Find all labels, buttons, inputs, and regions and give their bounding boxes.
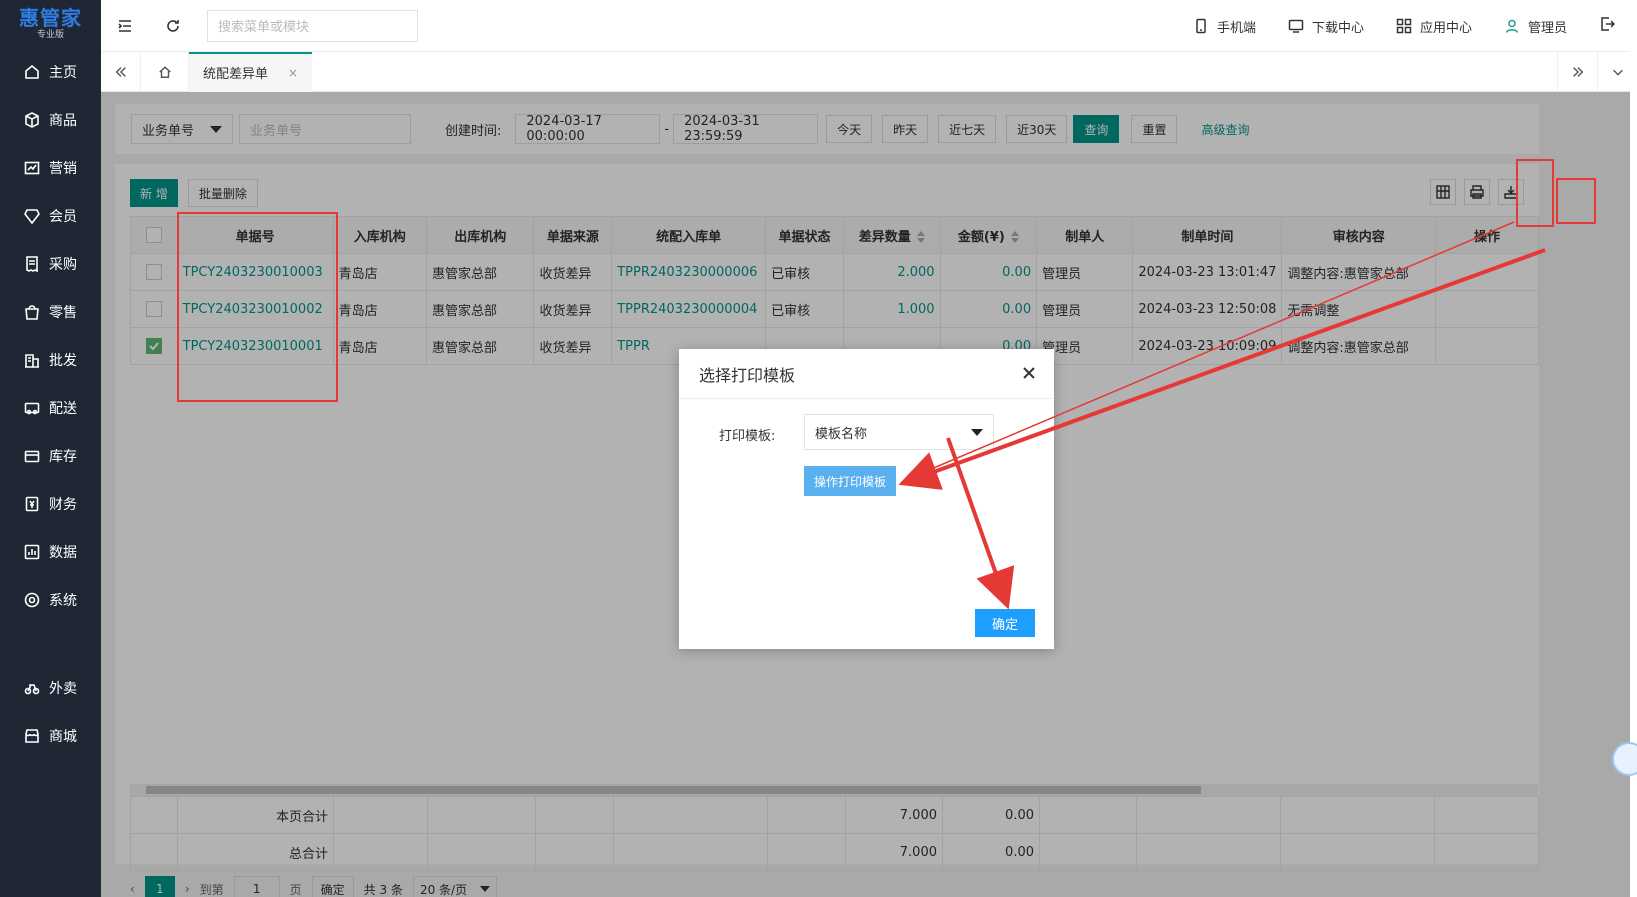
sidebar-item-retail[interactable]: 零售 [0,288,101,336]
sidebar-item-wholesale[interactable]: 批发 [0,336,101,384]
dialog-header: 选择打印模板 [679,349,1054,399]
download-label: 下载中心 [1311,20,1364,36]
sidebar-item-label: 主页 [49,65,77,81]
tab-close-icon[interactable]: × [288,66,298,80]
store-icon [24,728,40,744]
annotation-box-order-numbers [177,212,338,402]
chart-icon [24,160,40,176]
user-menu[interactable]: 管理员 [1504,17,1567,36]
menu-search-input[interactable]: 搜索菜单或模块 [207,9,418,42]
mobile-link[interactable]: 手机端 [1193,17,1256,36]
sidebar-item-marketing[interactable]: 营销 [0,144,101,192]
tab-label: 统配差异单 [203,67,269,82]
apps-label: 应用中心 [1419,20,1472,36]
bike-icon [24,680,40,696]
settings-icon [24,592,40,608]
sidebar: 惠管家 专业版 主页 商品 营销 会员 采购 零售 批发 配送 库存 财务 数据… [0,0,101,897]
home-icon [24,64,40,80]
sidebar-item-delivery[interactable]: 配送 [0,384,101,432]
diamond-icon [24,208,40,224]
truck-icon [24,400,40,416]
tab-controls-right [1557,52,1637,92]
top-header: 搜索菜单或模块 手机端 下载中心 应用中心 管理员 [101,0,1637,52]
close-icon[interactable] [1020,364,1038,382]
bar-chart-icon [24,544,40,560]
sidebar-item-label: 系统 [49,593,77,609]
dialog-title: 选择打印模板 [699,365,796,385]
tab-diff-order[interactable]: 统配差异单 × [189,51,313,92]
apps-grid-icon [1396,18,1412,34]
sidebar-item-goods[interactable]: 商品 [0,96,101,144]
home-tab-icon[interactable] [141,51,189,92]
logo-brand: 惠管家 [19,6,82,30]
bag-icon [24,304,40,320]
warehouse-icon [24,448,40,464]
sidebar-item-label: 外卖 [49,681,77,697]
ok-button[interactable]: 确定 [975,609,1035,637]
box-icon [24,112,40,128]
sidebar-item-label: 财务 [49,497,77,513]
manage-template-button[interactable]: 操作打印模板 [804,466,897,496]
top-right-links: 手机端 下载中心 应用中心 管理员 [1193,0,1637,52]
sidebar-item-purchase[interactable]: 采购 [0,240,101,288]
template-select-value: 模板名称 [815,426,868,442]
download-center-link[interactable]: 下载中心 [1288,17,1364,36]
sidebar-item-home[interactable]: 主页 [0,48,101,96]
sidebar-item-label: 零售 [49,305,77,321]
user-icon [1505,19,1519,33]
template-label: 打印模板: [719,429,776,444]
receipt-icon [24,256,40,272]
sidebar-item-label: 会员 [49,209,77,225]
sidebar-item-takeaway[interactable]: 外卖 [0,664,101,712]
sidebar-item-label: 采购 [49,257,77,273]
caret-down-icon [971,429,983,436]
app-center-link[interactable]: 应用中心 [1396,17,1472,36]
tab-scroll-right-icon[interactable] [1557,52,1597,92]
sidebar-item-label: 配送 [49,401,77,417]
building-icon [24,352,40,368]
sidebar-item-finance[interactable]: 财务 [0,480,101,528]
refresh-icon[interactable] [149,0,197,52]
sidebar-item-system[interactable]: 系统 [0,576,101,624]
user-name: 管理员 [1527,20,1567,36]
tab-bar: 统配差异单 × [101,51,1637,92]
phone-icon [1196,18,1206,34]
monitor-icon [1288,19,1304,33]
logo: 惠管家 专业版 [0,0,101,48]
sidebar-item-member[interactable]: 会员 [0,192,101,240]
sidebar-item-label: 数据 [49,545,77,561]
template-select[interactable]: 模板名称 [804,414,994,450]
annotation-box-print [1516,159,1554,227]
sidebar-item-data[interactable]: 数据 [0,528,101,576]
print-template-dialog: 选择打印模板 打印模板: 模板名称 操作打印模板 确定 [679,349,1054,649]
mobile-label: 手机端 [1216,20,1256,36]
sidebar-item-label: 库存 [49,449,77,465]
sidebar-item-mall[interactable]: 商城 [0,712,101,760]
sidebar-item-inventory[interactable]: 库存 [0,432,101,480]
sidebar-item-label: 商城 [49,729,77,745]
wallet-icon [24,496,40,512]
tab-scroll-left-icon[interactable] [101,51,141,92]
sidebar-item-label: 商品 [49,113,77,129]
logo-edition: 专业版 [36,30,64,40]
sidebar-item-label: 营销 [49,161,77,177]
annotation-box-export [1556,178,1596,224]
sidebar-item-label: 批发 [49,353,77,369]
menu-toggle-icon[interactable] [101,0,149,52]
